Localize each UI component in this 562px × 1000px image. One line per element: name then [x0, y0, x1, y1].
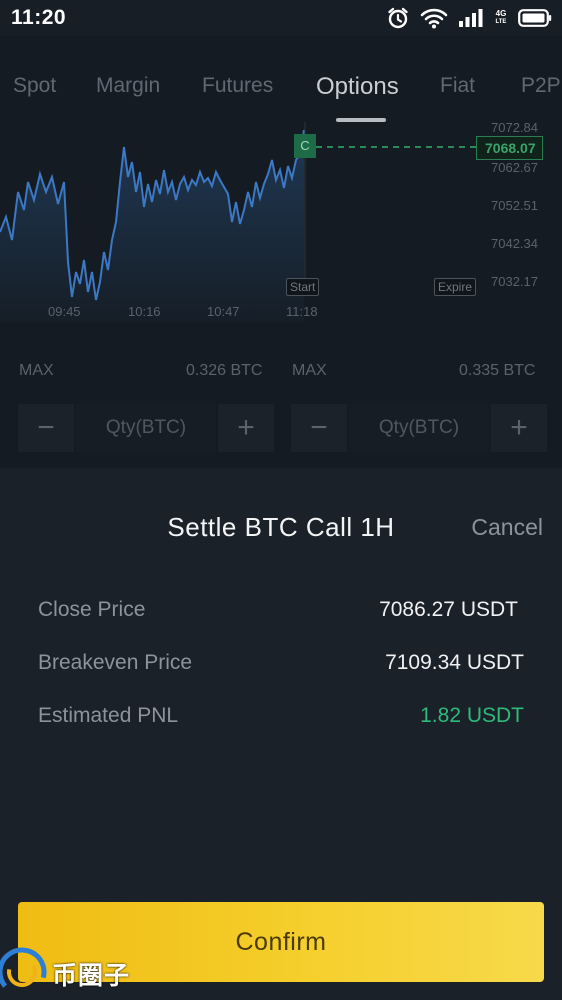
x-tick-label: 09:45 [48, 304, 81, 319]
left-increase-button[interactable]: + [218, 404, 274, 452]
breakeven-price-value: 7109.34 USDT [385, 651, 524, 674]
wifi-icon [420, 8, 448, 29]
start-marker: Start [286, 278, 320, 296]
status-time: 11:20 [11, 6, 67, 29]
price-chart[interactable]: 7072.84 7062.67 7052.51 7042.34 7032.17 … [0, 120, 562, 332]
estimated-pnl-label: Estimated PNL [38, 704, 179, 727]
battery-icon [518, 9, 552, 27]
tab-p2p[interactable]: P2P [521, 74, 561, 98]
left-max-label: MAX [19, 362, 54, 379]
left-qty-stepper: − Qty(BTC) + [18, 404, 274, 452]
y-tick-label: 7062.67 [491, 160, 538, 175]
breakeven-price-row: Breakeven Price 7109.34 USDT [38, 651, 524, 681]
tab-spot[interactable]: Spot [13, 74, 56, 98]
left-max-value: 0.326 BTC [186, 362, 263, 379]
right-decrease-button[interactable]: − [291, 404, 347, 452]
network-type: 4G LTE [495, 9, 507, 26]
estimated-pnl-row: Estimated PNL 1.82 USDT [38, 704, 524, 734]
watermark-text: 币圈子 [52, 962, 131, 990]
right-qty-stepper: − Qty(BTC) + [291, 404, 547, 452]
close-price-value: 7086.27 USDT [379, 598, 518, 621]
market-tabs: Spot Margin Futures Options Fiat P2P [0, 60, 562, 122]
estimated-pnl-value: 1.82 USDT [420, 704, 524, 727]
watermark-logo-icon [0, 947, 47, 997]
right-increase-button[interactable]: + [491, 404, 547, 452]
signal-icon [459, 9, 483, 27]
y-tick-label: 7072.84 [491, 120, 538, 135]
expire-marker: Expire [434, 278, 477, 296]
current-price-tag: 7068.07 [476, 136, 543, 160]
right-max-value: 0.335 BTC [459, 362, 536, 379]
y-tick-label: 7052.51 [491, 198, 538, 213]
alarm-icon [388, 7, 408, 29]
tab-margin[interactable]: Margin [96, 74, 160, 98]
tab-options[interactable]: Options [316, 73, 399, 101]
x-tick-label: 11:18 [286, 304, 318, 319]
price-area [0, 130, 304, 322]
tab-fiat[interactable]: Fiat [440, 74, 475, 98]
cancel-button[interactable]: Cancel [471, 514, 543, 541]
x-tick-label: 10:16 [128, 304, 161, 319]
watermark: 币圈子 [0, 940, 150, 1000]
breakeven-price-label: Breakeven Price [38, 651, 193, 674]
call-flag: C [294, 134, 316, 158]
right-max-label: MAX [292, 362, 327, 379]
status-bar: 11:20 4G LTE [0, 0, 562, 36]
right-qty-input[interactable]: Qty(BTC) [349, 404, 489, 452]
close-price-row: Close Price 7086.27 USDT [38, 598, 524, 628]
close-price-label: Close Price [38, 598, 146, 621]
x-tick-label: 10:47 [207, 304, 240, 319]
left-decrease-button[interactable]: − [18, 404, 74, 452]
status-icons: 4G LTE [386, 6, 552, 30]
tab-futures[interactable]: Futures [202, 74, 273, 98]
y-tick-label: 7042.34 [491, 236, 538, 251]
left-qty-input[interactable]: Qty(BTC) [76, 404, 216, 452]
y-tick-label: 7032.17 [491, 274, 538, 289]
background-app: 11:20 4G LTE Spot Margin Futures Options… [0, 0, 562, 468]
settle-sheet: Settle BTC Call 1H Cancel Close Price 70… [0, 468, 562, 1000]
